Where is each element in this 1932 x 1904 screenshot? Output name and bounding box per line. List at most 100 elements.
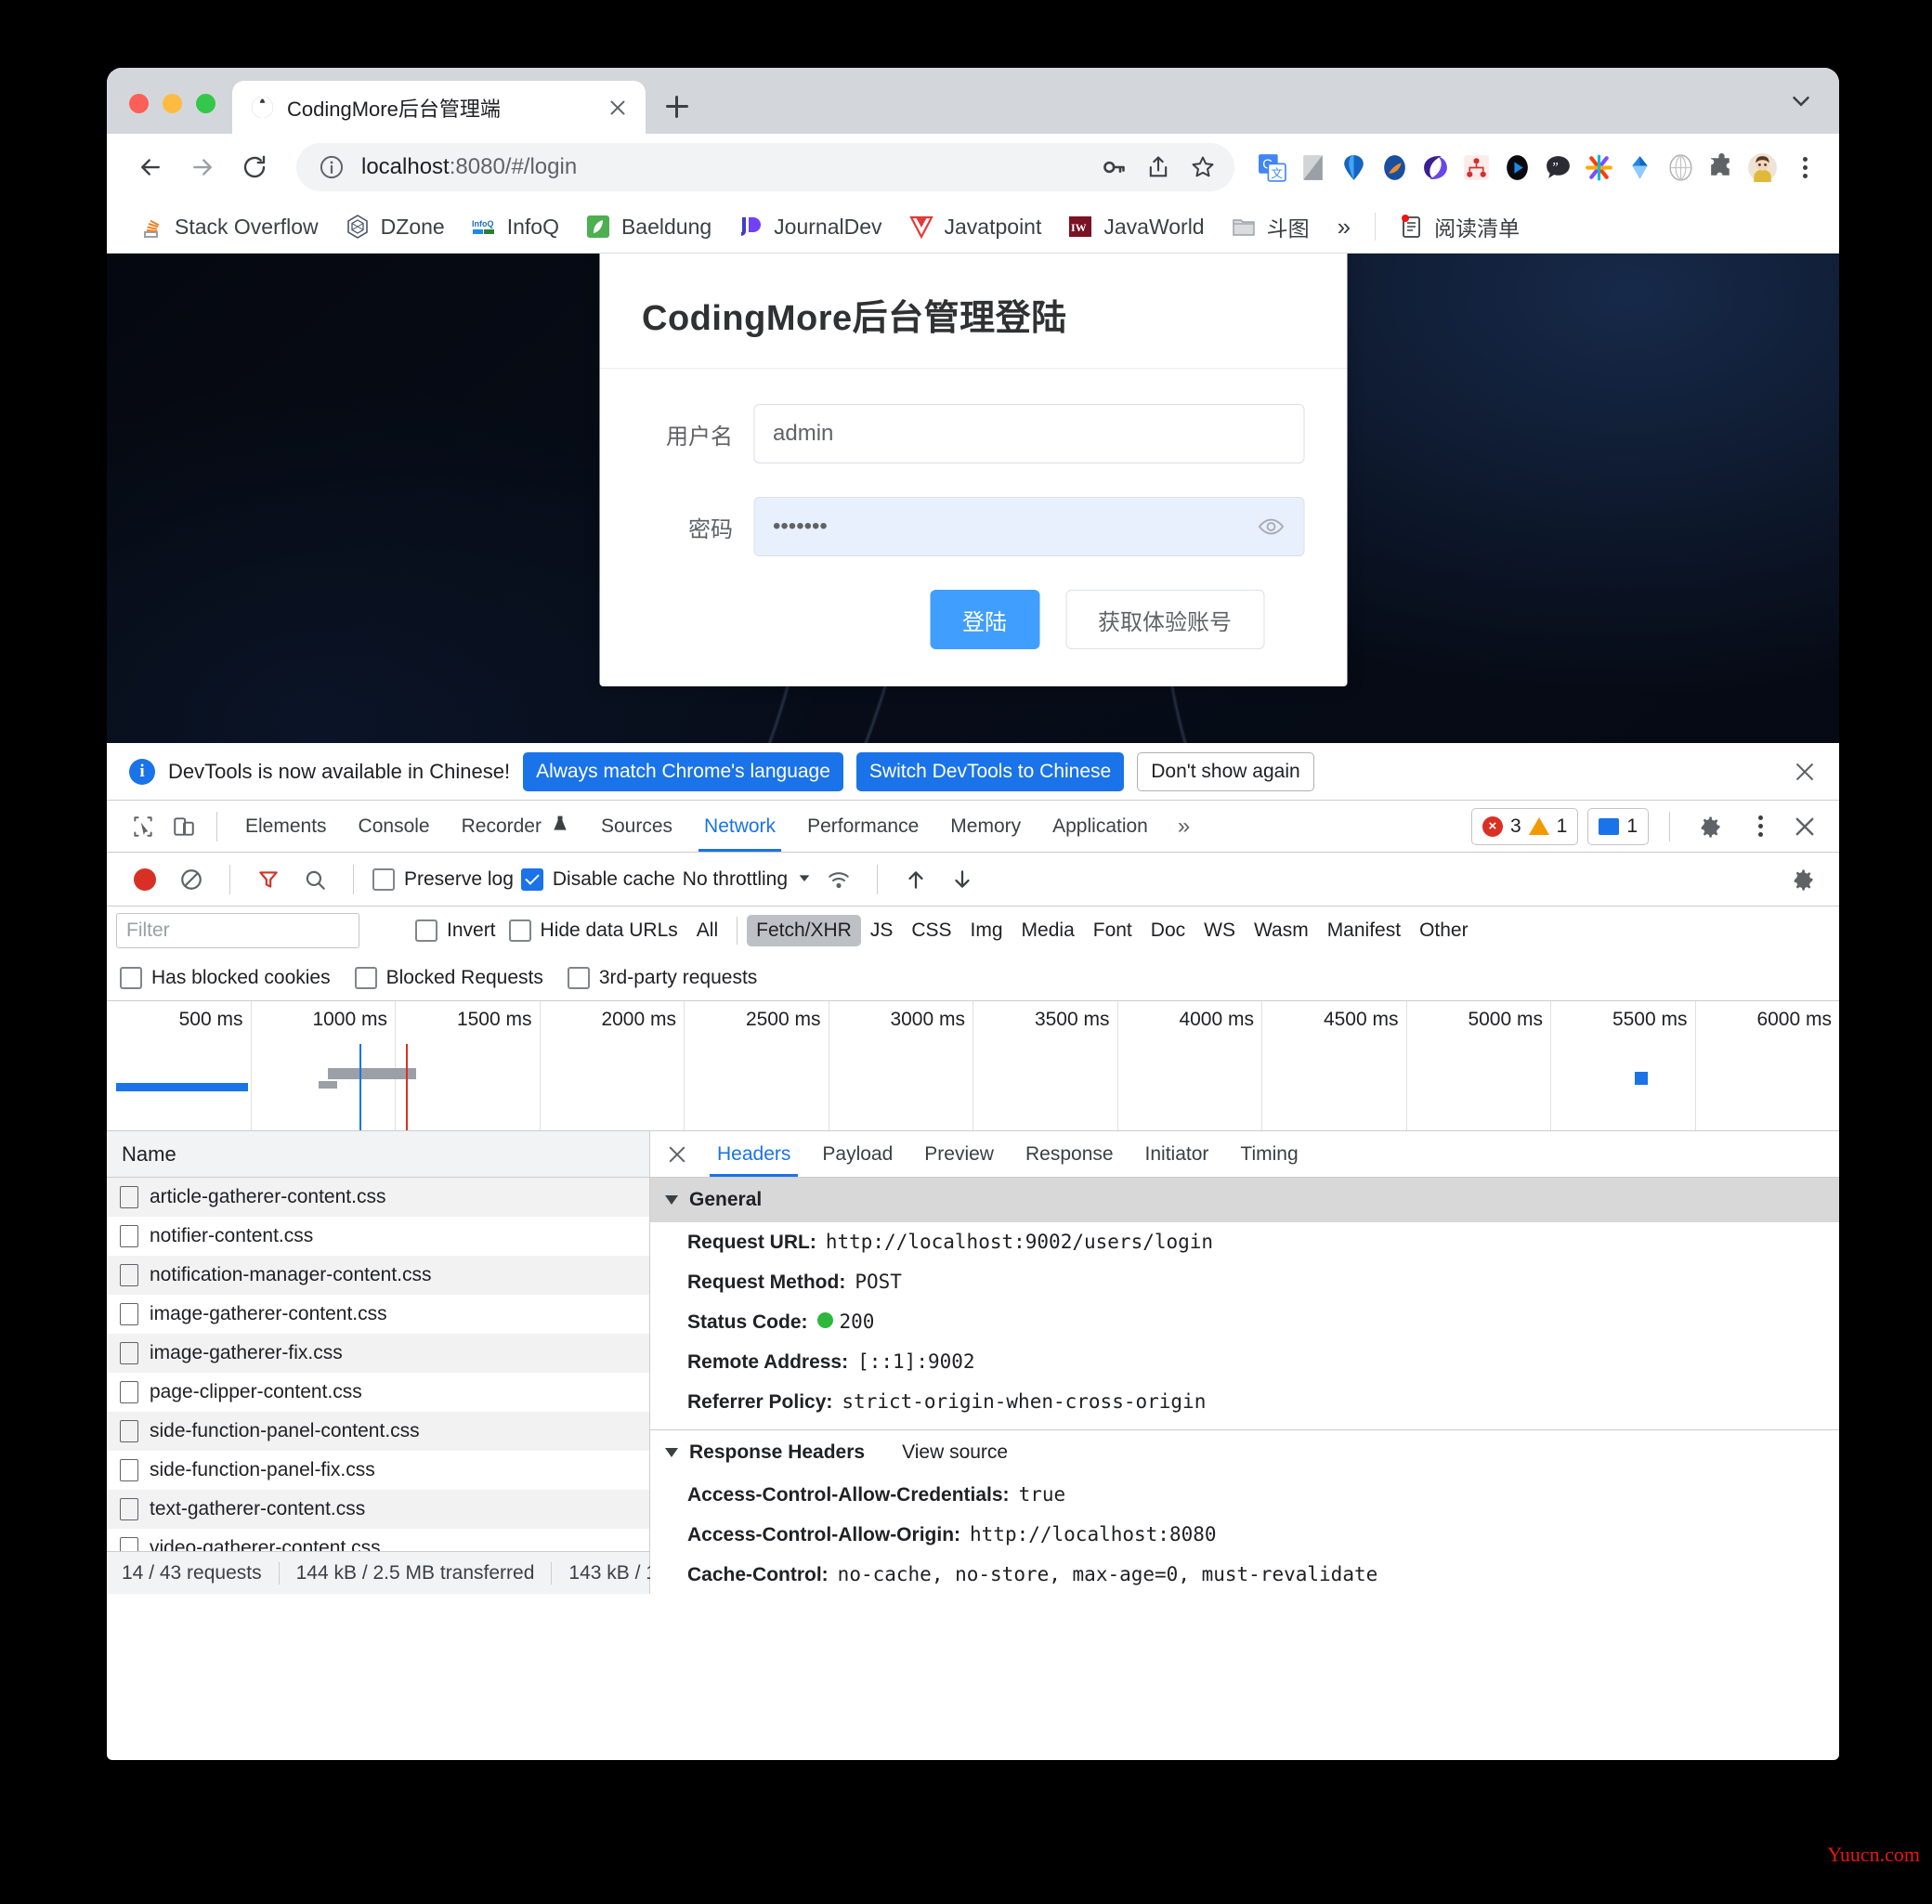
- close-icon[interactable]: [605, 95, 631, 121]
- table-row[interactable]: notification-manager-content.css: [107, 1256, 649, 1295]
- colorful-star-icon[interactable]: [1584, 152, 1614, 183]
- issue-counters[interactable]: × 3 1: [1470, 807, 1579, 845]
- filter-type-doc[interactable]: Doc: [1142, 915, 1194, 946]
- settings-gear-icon[interactable]: [1690, 807, 1730, 846]
- always-match-language-button[interactable]: Always match Chrome's language: [523, 751, 843, 791]
- back-icon[interactable]: [127, 144, 174, 190]
- close-window-button[interactable]: [129, 94, 149, 113]
- third-party-requests-toggle[interactable]: 3rd-party requests: [567, 966, 757, 989]
- tab-payload[interactable]: Payload: [807, 1132, 907, 1177]
- filter-type-font[interactable]: Font: [1084, 915, 1142, 946]
- switch-devtools-language-button[interactable]: Switch DevTools to Chinese: [855, 751, 1125, 791]
- export-har-icon[interactable]: [943, 860, 982, 899]
- info-icon[interactable]: [317, 152, 346, 182]
- extensions-puzzle-icon[interactable]: [1706, 152, 1737, 183]
- tab-memory[interactable]: Memory: [935, 802, 1036, 852]
- filter-type-fetch-xhr[interactable]: Fetch/XHR: [747, 915, 861, 946]
- checkbox[interactable]: [415, 919, 437, 942]
- network-settings-gear-icon[interactable]: [1783, 860, 1822, 899]
- table-row[interactable]: video-gatherer-content.css: [107, 1529, 649, 1551]
- bookmark-javaworld[interactable]: IW JavaWorld: [1056, 208, 1215, 245]
- table-row[interactable]: article-gatherer-content.css: [107, 1178, 649, 1217]
- password-key-icon[interactable]: [1099, 152, 1129, 182]
- close-details-icon[interactable]: [663, 1141, 691, 1168]
- tab-headers[interactable]: Headers: [702, 1132, 805, 1177]
- table-row[interactable]: side-function-panel-fix.css: [107, 1451, 649, 1490]
- requests-list[interactable]: article-gatherer-content.css notifier-co…: [107, 1178, 649, 1551]
- quote-bubble-icon[interactable]: ”: [1543, 152, 1573, 183]
- checkbox[interactable]: [372, 867, 395, 891]
- filter-type-js[interactable]: JS: [861, 915, 903, 946]
- reload-icon[interactable]: [231, 144, 278, 190]
- blocked-requests-toggle[interactable]: Blocked Requests: [354, 966, 543, 989]
- table-row[interactable]: notifier-content.css: [107, 1217, 649, 1256]
- bookmark-folder-doutu[interactable]: 斗图: [1220, 205, 1321, 248]
- tab-timing[interactable]: Timing: [1225, 1132, 1312, 1177]
- filter-type-other[interactable]: Other: [1410, 915, 1478, 946]
- filter-type-all[interactable]: All: [687, 915, 727, 946]
- bookmark-journaldev[interactable]: JournalDev: [726, 208, 893, 245]
- eye-icon[interactable]: [1257, 513, 1285, 541]
- bookmarks-overflow-icon[interactable]: »: [1325, 213, 1364, 241]
- clear-icon[interactable]: [172, 860, 211, 899]
- hide-data-urls-toggle[interactable]: Hide data URLs: [508, 919, 678, 942]
- google-translate-icon[interactable]: G 文: [1257, 152, 1287, 183]
- chevron-down-icon[interactable]: [1787, 87, 1815, 115]
- import-har-icon[interactable]: [896, 860, 935, 899]
- table-row[interactable]: image-gatherer-content.css: [107, 1295, 649, 1334]
- video-play-icon[interactable]: [1502, 152, 1533, 183]
- sitemap-icon[interactable]: [1461, 152, 1492, 183]
- device-toolbar-icon[interactable]: [164, 807, 203, 846]
- filter-type-wasm[interactable]: Wasm: [1245, 915, 1318, 946]
- record-button[interactable]: [125, 860, 164, 899]
- tab-response[interactable]: Response: [1011, 1132, 1129, 1177]
- filter-type-media[interactable]: Media: [1012, 915, 1084, 946]
- bookmark-dzone[interactable]: DZone: [333, 208, 456, 245]
- purple-swirl-icon[interactable]: [1420, 152, 1451, 183]
- search-icon[interactable]: [295, 860, 334, 899]
- reading-list-button[interactable]: 阅读清单: [1387, 205, 1531, 248]
- throttling-select[interactable]: No throttling: [683, 868, 812, 891]
- bookmark-stack-overflow[interactable]: Stack Overflow: [127, 208, 330, 245]
- has-blocked-cookies-toggle[interactable]: Has blocked cookies: [120, 966, 331, 989]
- filter-input[interactable]: Filter: [116, 913, 359, 948]
- web-globe-outline-icon[interactable]: [1665, 152, 1696, 183]
- tab-sources[interactable]: Sources: [586, 802, 687, 852]
- dont-show-again-button[interactable]: Don't show again: [1137, 751, 1314, 791]
- chevron-down-icon[interactable]: [665, 1448, 678, 1457]
- response-headers-section-header[interactable]: Response Headers View source: [650, 1430, 1839, 1475]
- login-submit-button[interactable]: 登陆: [930, 590, 1039, 649]
- avatar[interactable]: [1747, 152, 1778, 183]
- requests-column-header[interactable]: Name: [107, 1131, 649, 1178]
- inspect-element-icon[interactable]: [124, 807, 163, 846]
- minimize-window-button[interactable]: [163, 94, 182, 113]
- filter-type-manifest[interactable]: Manifest: [1318, 915, 1410, 946]
- bookmark-baeldung[interactable]: Baeldung: [574, 208, 723, 245]
- tab-elements[interactable]: Elements: [230, 802, 342, 852]
- get-demo-account-button[interactable]: 获取体验账号: [1065, 590, 1264, 649]
- username-input[interactable]: admin: [753, 404, 1304, 463]
- message-counter[interactable]: 1: [1587, 807, 1649, 845]
- table-row[interactable]: image-gatherer-fix.css: [107, 1334, 649, 1373]
- checkbox[interactable]: [567, 966, 590, 989]
- checkbox[interactable]: [120, 966, 142, 989]
- network-conditions-icon[interactable]: [819, 860, 858, 899]
- general-section-header[interactable]: General: [650, 1178, 1839, 1222]
- devtools-menu-icon[interactable]: [1744, 811, 1776, 842]
- preserve-log-toggle[interactable]: Preserve log: [372, 867, 514, 891]
- tab-console[interactable]: Console: [344, 802, 445, 852]
- filter-type-ws[interactable]: WS: [1194, 915, 1245, 946]
- filter-funnel-icon[interactable]: [249, 860, 288, 899]
- checkbox[interactable]: [354, 966, 377, 989]
- browser-tab[interactable]: CodingMore后台管理端: [232, 81, 646, 134]
- maximize-window-button[interactable]: [196, 94, 215, 113]
- table-row[interactable]: side-function-panel-content.css: [107, 1412, 649, 1451]
- disable-cache-toggle[interactable]: Disable cache: [520, 867, 675, 891]
- bookmark-star-icon[interactable]: [1188, 152, 1218, 182]
- tab-initiator[interactable]: Initiator: [1130, 1132, 1224, 1177]
- invert-toggle[interactable]: Invert: [415, 919, 496, 942]
- tab-application[interactable]: Application: [1038, 802, 1163, 852]
- tab-network[interactable]: Network: [689, 802, 790, 852]
- blue-drop-pin-icon[interactable]: [1338, 152, 1369, 183]
- password-input[interactable]: •••••••: [753, 497, 1304, 556]
